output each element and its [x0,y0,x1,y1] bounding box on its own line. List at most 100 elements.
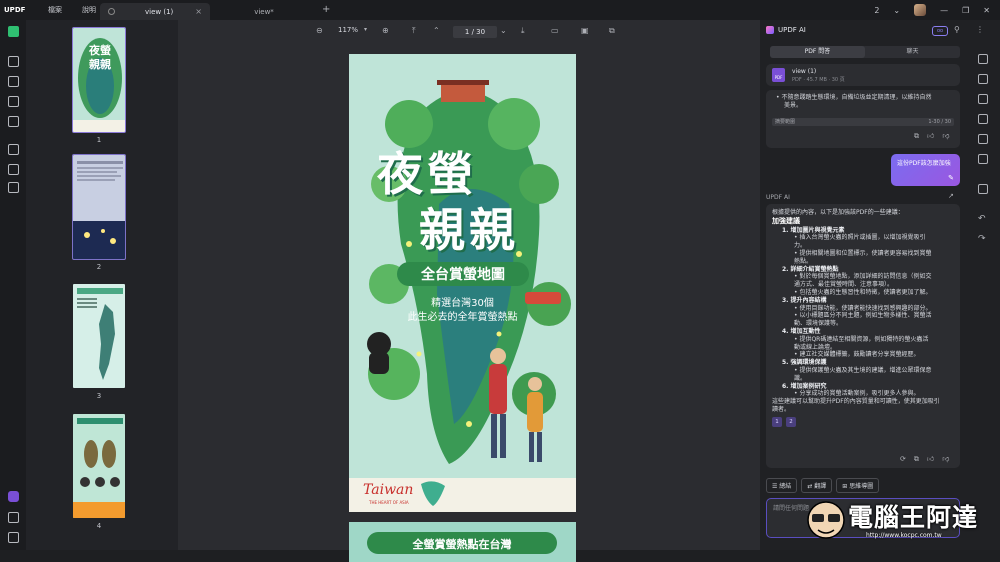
regenerate-icon[interactable]: ⟳ [900,455,906,464]
tab-chat[interactable]: 聊天 [865,46,960,58]
protect-icon[interactable] [8,182,19,193]
comment-icon[interactable] [8,76,19,87]
tab-view-1[interactable]: view (1) × [100,3,210,20]
mindmap-button[interactable]: ⊞ 思維導圖 [836,478,880,493]
thumbnail-number: 4 [96,522,102,530]
ai-more-icon[interactable]: ⋮ [976,25,984,34]
redo-icon[interactable]: ↷ [978,234,988,244]
cover-brand: Taiwan [363,482,414,498]
reference-2[interactable]: 2 [786,416,796,427]
previous-answer-card: • 不隨意踐踏生態環境，自備垃圾並定期清理，以維持自然 美景。 摘要範圍 1-3… [766,90,960,148]
copy-icon[interactable]: ⧉ [914,132,919,140]
first-page-icon[interactable]: ⤒ [412,26,416,36]
pdf-page-2[interactable]: 全螢賞螢熱點在台灣 [349,522,576,562]
protect-pdf-icon[interactable] [978,114,988,124]
form-icon[interactable] [8,116,19,127]
answer-actions: ⟳ ⧉ 👍︎ 👎︎ [900,455,949,464]
presentation-icon[interactable]: ▣ [581,26,589,35]
previous-page-icon[interactable]: ⌃ [433,26,440,35]
file-card[interactable]: PDF view (1) PDF · 45.7 MB · 30 頁 [766,64,960,86]
answer-item-detail: • 提供QR碼連結至相關資源，例如獨特的螢火蟲活 [794,335,929,343]
attachment-icon[interactable] [8,532,19,543]
translate-button[interactable]: ⇄ 翻譯 [801,478,833,493]
zoom-level[interactable]: 117% [338,26,358,34]
svg-text:夜螢: 夜螢 [88,43,111,57]
scan-icon[interactable] [978,74,988,84]
properties-icon[interactable] [978,54,988,64]
close-icon[interactable]: × [195,7,202,16]
thumbnail-page-2[interactable] [72,154,126,260]
thumbnail-page-1[interactable]: 夜螢 親親 [72,27,126,133]
convert-icon[interactable] [8,144,19,155]
bookmark-icon[interactable] [8,512,19,523]
convert-pdf-icon[interactable] [978,94,988,104]
share-icon[interactable] [978,134,988,144]
quick-actions: ☰ 總結 ⇄ 翻譯 ⊞ 思維導圖 [766,478,880,493]
edit-icon[interactable]: ✎ [948,174,954,182]
page-number-input[interactable]: 1 / 30 [453,26,497,38]
pdf-page-1[interactable]: 夜螢 親親 全台賞螢地圖 精選台灣30個 此生必去的全年賞螢熱點 Taiwan … [349,54,576,512]
copy-icon[interactable]: ⧉ [914,455,919,464]
close-window-icon[interactable]: ✕ [983,6,990,15]
undo-icon[interactable]: ↶ [978,214,988,224]
ai-pin-icon[interactable]: ⚲ [954,25,960,34]
thumbnail-number: 2 [96,263,102,271]
left-toolbar [0,20,26,550]
zoom-in-icon[interactable]: ⊕ [382,26,389,35]
page-count-badge[interactable]: 2 [874,6,879,15]
ai-mode-toggle[interactable]: oo [932,26,948,36]
external-link-icon[interactable]: ↗ [948,192,954,200]
organize-icon[interactable] [8,96,19,107]
thumbnail-page-3[interactable] [72,283,126,389]
previous-text-2: 美景。 [784,102,803,109]
comment-icon[interactable]: ▭ [551,26,559,35]
window-controls: 2 ⌄ — ❐ ✕ [874,0,1000,20]
reader-mode-icon[interactable] [8,26,19,37]
thumbnail-page-2-image [73,155,125,259]
minimize-icon[interactable]: — [940,6,948,15]
thumbs-down-icon[interactable]: 👎︎ [942,455,949,464]
ai-logo-icon [766,26,774,34]
page-layout-icon[interactable]: ⧉ [609,26,615,36]
previous-answer-actions: ⧉ 👍︎ 👎︎ [914,132,949,140]
cover-banner: 全台賞螢地圖 [421,267,505,283]
save-icon[interactable] [978,184,988,194]
updf-ai-icon[interactable] [8,491,19,502]
watermark-text: 電腦王阿達 [848,503,979,532]
restore-icon[interactable]: ❐ [962,6,969,15]
tab-pdf-qa[interactable]: PDF 問答 [770,46,865,58]
chat-input-placeholder: 請問任何問題 [773,505,810,512]
summary-range-bar[interactable]: 摘要範圍 1-30 / 30 [772,118,954,126]
answer-item-detail: • 提供相關地圖和位置標示，使讀者更容易找到賞螢 [794,249,932,257]
reference-1[interactable]: 1 [772,416,782,427]
answer-item-detail: • 建立社交媒體標籤，鼓勵讀者分享賞螢經歷。 [794,351,920,359]
next-page-icon[interactable]: ⌄ [500,26,507,35]
summarize-button[interactable]: ☰ 總結 [766,478,798,493]
chevron-down-icon[interactable]: ▾ [364,26,367,33]
translate-label: 翻譯 [814,483,827,490]
last-page-icon[interactable]: ⤓ [521,26,525,36]
menu-file[interactable]: 檔案 [38,5,72,15]
mail-icon[interactable] [978,154,988,164]
answer-item-title: 4. 增加互動性 [782,327,821,335]
thumbnail-page-4[interactable] [72,413,126,519]
answer-item-detail: 通方式、最佳賞螢時間、注意事項）。 [794,281,894,289]
thumbs-up-icon[interactable]: 👍︎ [927,132,934,140]
answer-item-detail: 動、環境保護等。 [794,320,843,328]
document-viewer[interactable]: ⊖ 117% ▾ ⊕ ⤒ ⌃ 1 / 30 ⌄ ⤓ ▭ ▣ ⧉ 夜螢 親親 全台… [178,20,760,562]
answer-item-detail: 力。 [794,242,807,250]
new-tab-icon[interactable]: + [322,4,330,15]
thumbs-down-icon[interactable]: 👎︎ [942,132,949,140]
tab-view-2[interactable]: view* [214,3,314,20]
ocr-icon[interactable] [8,164,19,175]
answer-item-detail: 識。 [794,374,807,382]
ai-reply-label: UPDF AI [766,194,790,201]
thumbs-up-icon[interactable]: 👍︎ [927,455,934,464]
answer-heading: 加強建議 [772,216,800,225]
answer-outro-2: 讀者。 [772,405,791,413]
tab-label: view* [254,7,274,16]
edit-icon[interactable] [8,56,19,67]
chevron-down-icon[interactable]: ⌄ [893,6,900,15]
avatar[interactable] [914,4,927,16]
zoom-out-icon[interactable]: ⊖ [316,26,323,35]
